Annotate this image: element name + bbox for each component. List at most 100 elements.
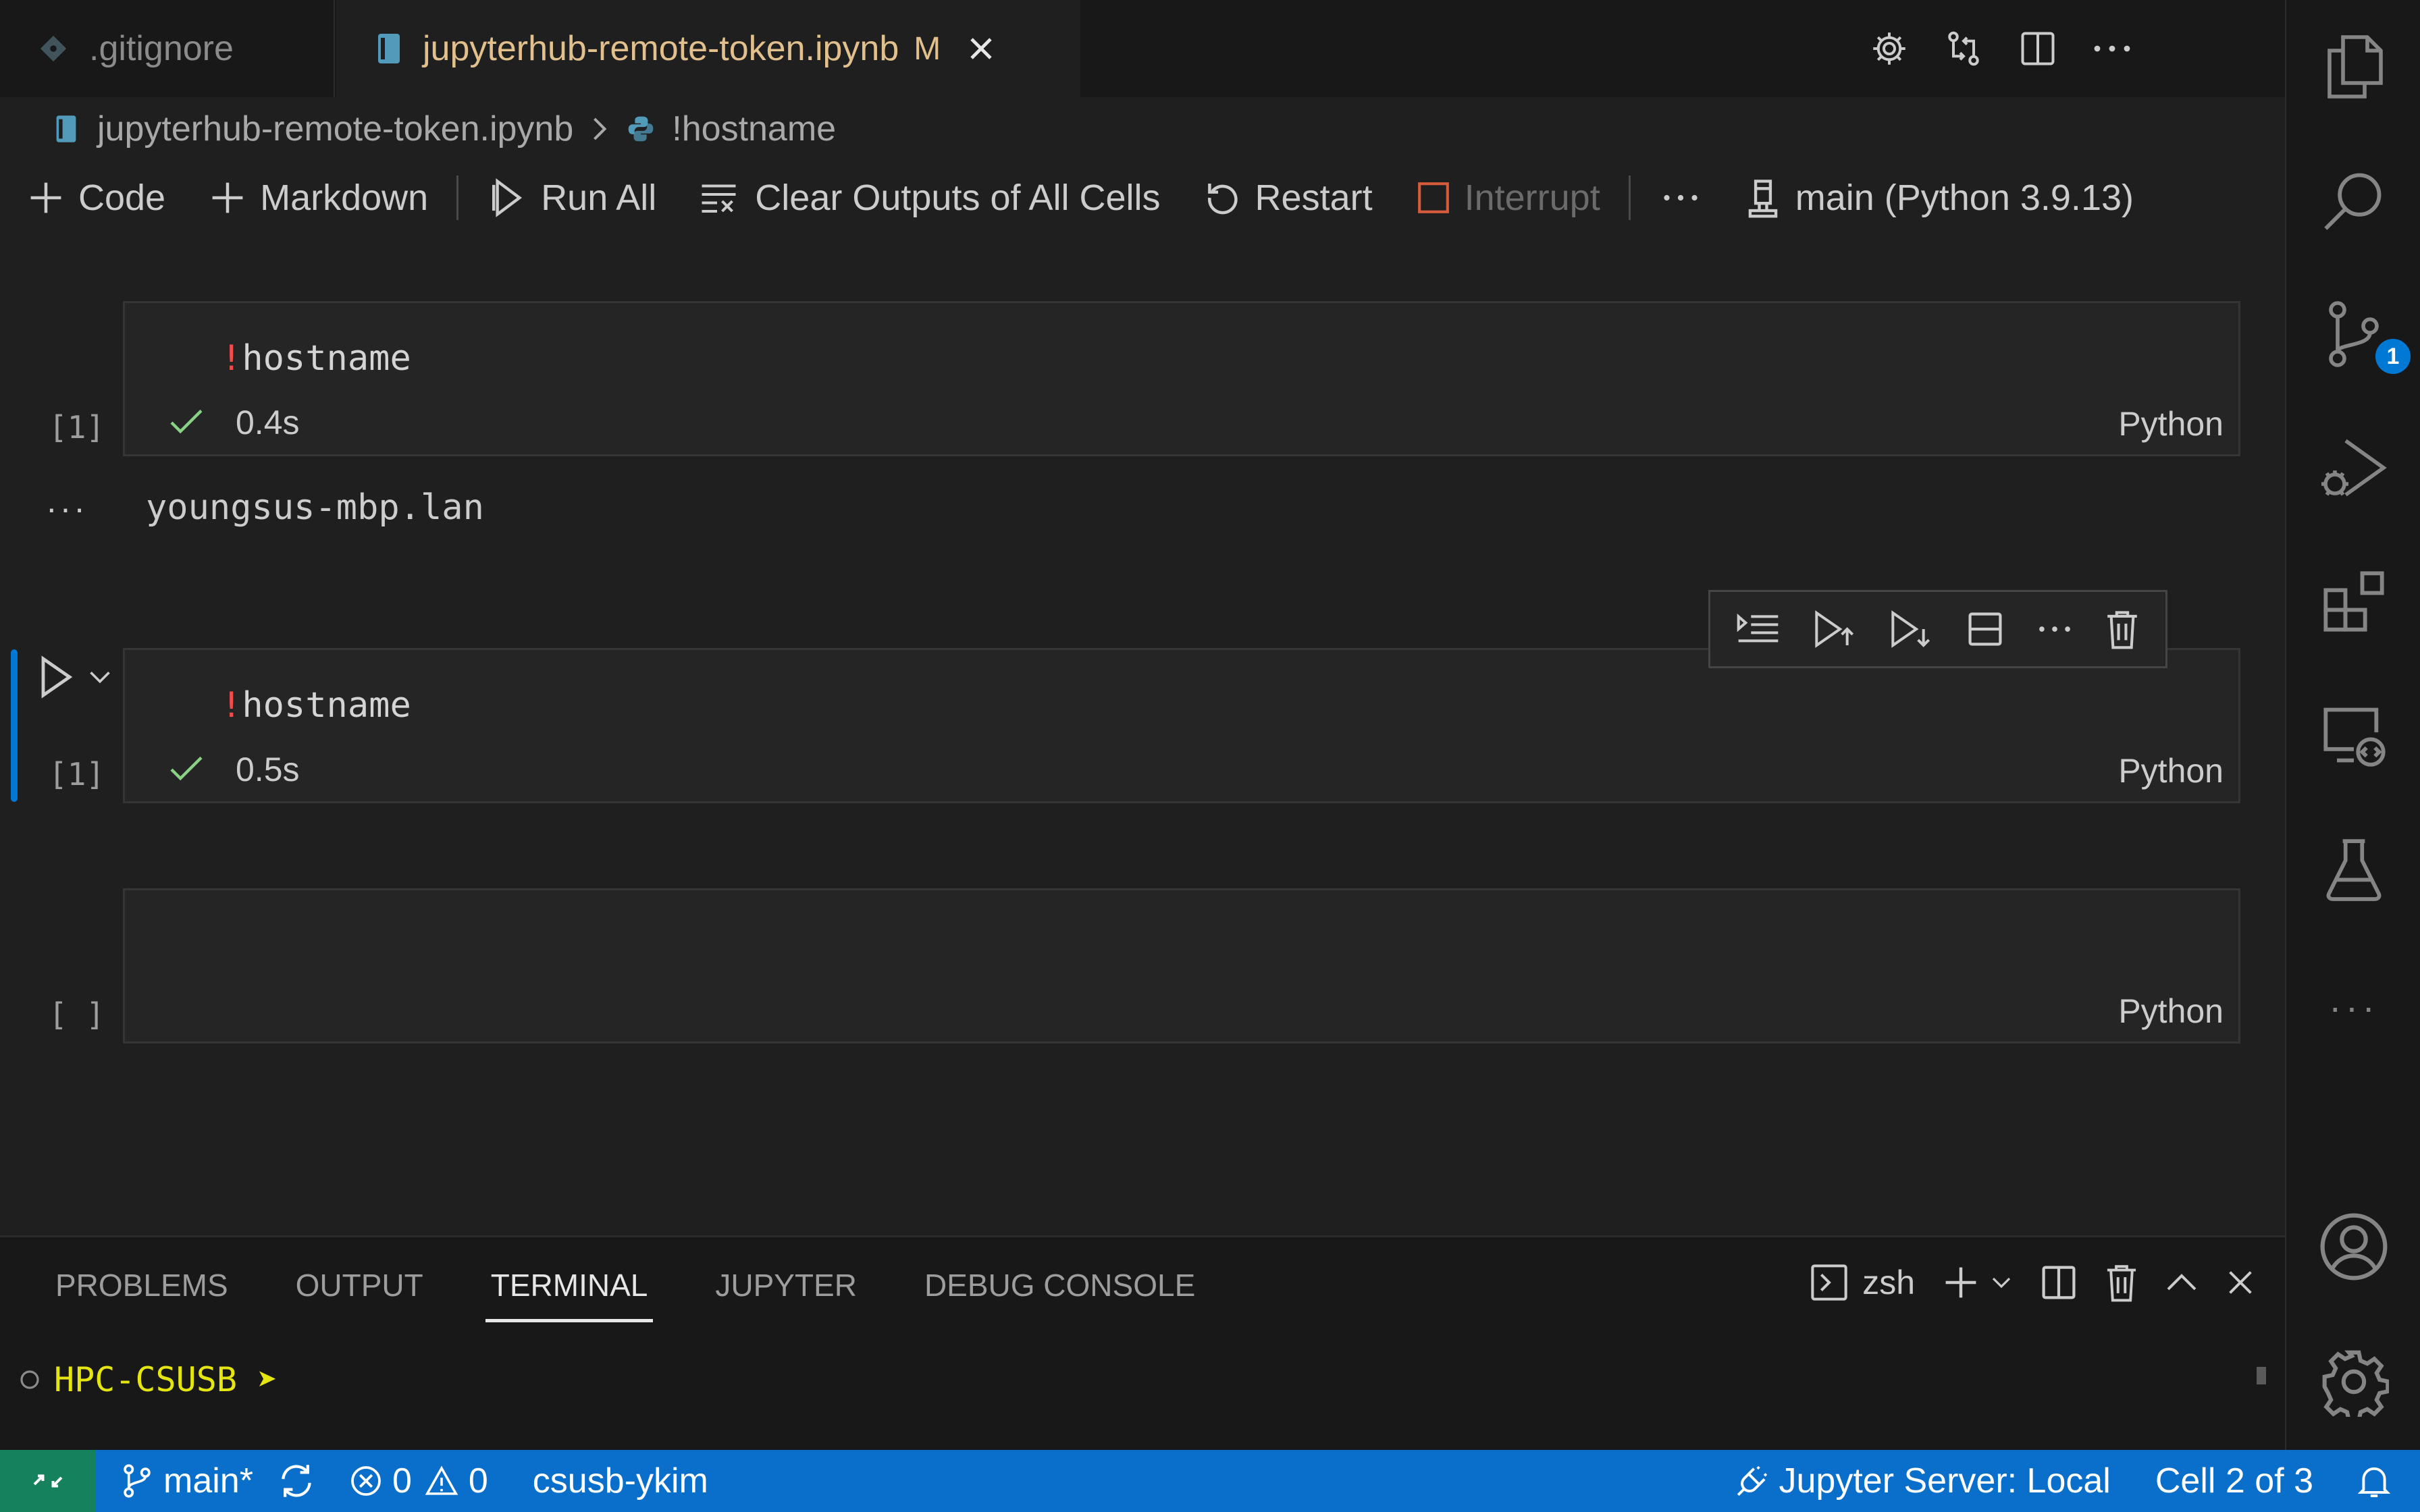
run-all-button[interactable]: Run All xyxy=(490,161,656,235)
split-editor-icon[interactable] xyxy=(2016,24,2059,73)
new-terminal-button[interactable] xyxy=(1942,1264,2012,1301)
cell-focus-indicator xyxy=(11,649,18,802)
run-options-button[interactable] xyxy=(88,667,112,687)
remote-icon xyxy=(33,1474,63,1488)
plug-icon xyxy=(1737,1465,1767,1496)
split-terminal-icon[interactable] xyxy=(2039,1264,2078,1301)
checkmark-icon xyxy=(170,409,203,434)
tab-problems[interactable]: PROBLEMS xyxy=(55,1267,228,1317)
jupyter-server-indicator[interactable]: Jupyter Server: Local xyxy=(1735,1461,2111,1501)
tab-jupyter[interactable]: JUPYTER xyxy=(715,1267,857,1317)
remote-indicator-button[interactable] xyxy=(0,1450,96,1512)
terminal-icon xyxy=(1811,1264,1847,1301)
cell-output: youngsus-mbp.lan xyxy=(146,487,484,528)
cell-code[interactable]: !hostname xyxy=(221,338,411,379)
scm-badge: 1 xyxy=(2373,336,2413,377)
cell-language[interactable]: Python xyxy=(2118,992,2224,1031)
git-branch-icon xyxy=(124,1464,151,1498)
restart-button[interactable]: Restart xyxy=(1204,161,1373,235)
bottom-panel: PROBLEMS OUTPUT TERMINAL JUPYTER DEBUG C… xyxy=(0,1235,2285,1450)
cell-language[interactable]: Python xyxy=(2118,751,2224,790)
interrupt-button[interactable]: Interrupt xyxy=(1416,161,1600,235)
branch-indicator[interactable]: main* xyxy=(120,1461,253,1501)
kernel-picker-button[interactable]: main (Python 3.9.13) xyxy=(1744,161,2134,235)
more-actions-icon[interactable] xyxy=(2090,24,2134,73)
explorer-icon[interactable] xyxy=(2286,16,2420,117)
run-debug-icon[interactable] xyxy=(2286,417,2420,518)
more-toolbar-button[interactable] xyxy=(1662,161,1713,235)
breadcrumb-symbol[interactable]: !hostname xyxy=(626,109,836,149)
tab-label: .gitignore xyxy=(89,29,234,68)
notifications-bell-icon[interactable] xyxy=(2358,1463,2400,1498)
tab-gitignore[interactable]: .gitignore xyxy=(0,0,335,97)
play-icon xyxy=(41,655,73,699)
notebook-icon xyxy=(375,32,402,65)
problems-indicator[interactable]: 0 0 xyxy=(349,1461,488,1501)
account-icon[interactable] xyxy=(2286,1196,2420,1297)
warning-count: 0 xyxy=(468,1461,488,1501)
breadcrumb: jupyterhub-remote-token.ipynb !hostname xyxy=(0,97,2285,161)
breadcrumb-file[interactable]: jupyterhub-remote-token.ipynb xyxy=(54,109,573,149)
add-code-cell-button[interactable]: Code xyxy=(27,161,165,235)
run-below-icon[interactable] xyxy=(1889,609,1932,649)
tab-output[interactable]: OUTPUT xyxy=(296,1267,423,1317)
code-cell-3[interactable]: Python xyxy=(123,888,2240,1044)
account-indicator[interactable]: csusb-ykim xyxy=(533,1461,708,1501)
trash-icon[interactable] xyxy=(2105,609,2139,649)
cell-exec-count: [ ] xyxy=(49,996,105,1033)
terminal-scrollbar[interactable] xyxy=(2257,1367,2266,1384)
trash-icon[interactable] xyxy=(2105,1263,2138,1302)
terminal-line[interactable]: HPC-CSUSB ➤ xyxy=(19,1360,278,1399)
shell-bang: ! xyxy=(221,338,242,379)
server-environment-icon xyxy=(1748,180,1777,218)
split-cell-icon[interactable] xyxy=(1966,610,2004,648)
compare-changes-icon[interactable] xyxy=(1942,24,1985,73)
chevron-right-icon xyxy=(589,115,610,142)
code-cell-1[interactable]: !hostname 0.4s Python xyxy=(123,301,2240,456)
cell-status: 0.5s xyxy=(168,750,300,789)
clear-all-icon xyxy=(702,184,736,213)
code-cell-2[interactable]: !hostname 0.5s Python xyxy=(123,648,2240,803)
cell-language[interactable]: Python xyxy=(2118,404,2224,443)
cell-code[interactable]: !hostname xyxy=(221,685,411,726)
add-markdown-cell-button[interactable]: Markdown xyxy=(209,161,428,235)
toolbar-divider xyxy=(456,176,459,220)
add-markdown-label: Markdown xyxy=(260,178,429,218)
restart-icon xyxy=(1207,184,1238,215)
gear-icon[interactable] xyxy=(1868,24,1911,73)
clear-outputs-button[interactable]: Clear Outputs of All Cells xyxy=(700,161,1161,235)
maximize-panel-icon[interactable] xyxy=(2165,1270,2199,1295)
chevron-down-icon xyxy=(90,671,110,684)
run-all-icon xyxy=(492,178,523,217)
run-by-line-icon[interactable] xyxy=(1737,610,1780,648)
status-bar: main* 0 0 csusb-ykim Jupyter Server: Loc… xyxy=(0,1450,2420,1512)
tab-terminal[interactable]: TERMINAL xyxy=(485,1267,653,1322)
activity-bar: 1 ··· xyxy=(2285,0,2420,1450)
cell-code-text: hostname xyxy=(242,685,411,726)
run-above-icon[interactable] xyxy=(1813,609,1856,649)
close-icon[interactable] xyxy=(2226,1268,2255,1297)
plus-icon xyxy=(30,182,61,213)
testing-flask-icon[interactable] xyxy=(2286,818,2420,919)
interrupt-label: Interrupt xyxy=(1464,178,1600,218)
output-more-button[interactable]: ··· xyxy=(46,489,88,528)
remote-explorer-icon[interactable] xyxy=(2286,684,2420,786)
more-actions-icon[interactable] xyxy=(2037,623,2072,635)
extensions-icon[interactable] xyxy=(2286,551,2420,652)
restart-label: Restart xyxy=(1255,178,1373,218)
tab-debug-console[interactable]: DEBUG CONSOLE xyxy=(924,1267,1195,1317)
terminal-prompt: HPC-CSUSB ➤ xyxy=(54,1360,278,1399)
terminal-shell-selector[interactable]: zsh xyxy=(1810,1263,1915,1302)
manage-gear-icon[interactable] xyxy=(2286,1331,2420,1432)
run-cell-button[interactable] xyxy=(35,655,76,699)
close-icon[interactable] xyxy=(968,35,995,62)
editor-actions xyxy=(1868,24,2134,73)
more-views-icon[interactable]: ··· xyxy=(2286,956,2420,1057)
sync-button[interactable] xyxy=(278,1462,325,1500)
cell-code-text: hostname xyxy=(242,338,411,379)
cell-position-indicator[interactable]: Cell 2 of 3 xyxy=(2155,1461,2313,1501)
warning-icon xyxy=(425,1465,458,1495)
panel-actions: zsh xyxy=(1810,1263,2255,1302)
tab-notebook[interactable]: jupyterhub-remote-token.ipynb M xyxy=(336,0,1080,97)
search-icon[interactable] xyxy=(2286,150,2420,251)
